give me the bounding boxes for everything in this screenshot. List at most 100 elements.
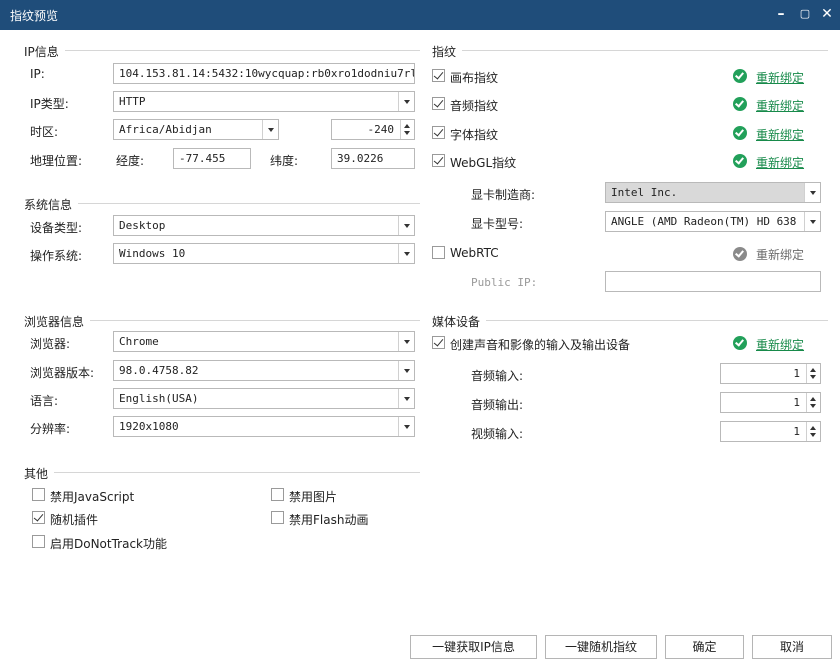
- disable-js-label: 禁用JavaScript: [50, 490, 135, 504]
- enable-dnt-checkbox[interactable]: [32, 535, 45, 548]
- chevron-down-icon[interactable]: [398, 417, 414, 436]
- minimize-icon[interactable]: –: [772, 5, 790, 23]
- os-label: 操作系统:: [30, 249, 83, 263]
- ip-label: IP:: [30, 67, 45, 81]
- check-circle-icon: [733, 336, 747, 350]
- ip-section-title: IP信息: [24, 43, 65, 60]
- ip-type-select[interactable]: HTTP: [113, 91, 415, 112]
- webgl-fp-label: WebGL指纹: [450, 156, 517, 170]
- gpu-model-label: 显卡型号:: [471, 217, 524, 231]
- spinner-icon[interactable]: [806, 393, 820, 412]
- spinner-icon[interactable]: [806, 422, 820, 441]
- create-devices-checkbox[interactable]: [432, 336, 445, 349]
- browser-value: Chrome: [119, 335, 159, 348]
- canvas-fp-checkbox[interactable]: [432, 69, 445, 82]
- public-ip-label: Public IP:: [471, 276, 538, 289]
- browser-label: 浏览器:: [30, 337, 71, 351]
- os-value: Windows 10: [119, 247, 186, 260]
- longitude-label: 经度:: [116, 154, 145, 168]
- get-ip-info-button[interactable]: 一键获取IP信息: [410, 635, 537, 659]
- canvas-rebind-link[interactable]: 重新绑定: [756, 69, 804, 86]
- audio-fp-label: 音频指纹: [450, 99, 499, 113]
- webrtc-checkbox[interactable]: [432, 246, 445, 259]
- timezone-value: Africa/Abidjan: [119, 123, 212, 136]
- fingerprint-section-title: 指纹: [432, 43, 463, 60]
- chevron-down-icon[interactable]: [398, 216, 414, 235]
- other-section-divider: [24, 472, 420, 473]
- gpu-vendor-value: Intel Inc.: [611, 186, 678, 199]
- gpu-model-value: ANGLE (AMD Radeon(TM) HD 638: [611, 215, 797, 228]
- chevron-down-icon[interactable]: [398, 389, 414, 408]
- audio-input-label: 音频输入:: [471, 369, 524, 383]
- ip-type-label: IP类型:: [30, 97, 69, 111]
- browser-version-value: 98.0.4758.82: [119, 364, 199, 377]
- cancel-button[interactable]: 取消: [752, 635, 832, 659]
- maximize-icon[interactable]: ▢: [796, 5, 814, 23]
- longitude-field[interactable]: -77.455: [173, 148, 251, 169]
- resolution-select[interactable]: 1920x1080: [113, 416, 415, 437]
- timezone-offset-stepper[interactable]: -240: [331, 119, 415, 140]
- audio-fp-checkbox[interactable]: [432, 97, 445, 110]
- browser-version-label: 浏览器版本:: [30, 366, 95, 380]
- audio-rebind-link[interactable]: 重新绑定: [756, 97, 804, 114]
- audio-output-value: 1: [793, 396, 800, 409]
- disable-images-checkbox[interactable]: [271, 488, 284, 501]
- webgl-fp-checkbox[interactable]: [432, 154, 445, 167]
- ip-field[interactable]: 104.153.81.14:5432:10wycquap:rb0xro1dodn…: [113, 63, 415, 84]
- webgl-rebind-link[interactable]: 重新绑定: [756, 154, 804, 171]
- confirm-button[interactable]: 确定: [665, 635, 744, 659]
- chevron-down-icon[interactable]: [398, 244, 414, 263]
- chevron-down-icon[interactable]: [804, 212, 820, 231]
- system-section-divider: [24, 203, 420, 204]
- font-fp-checkbox[interactable]: [432, 126, 445, 139]
- spinner-icon[interactable]: [400, 120, 414, 139]
- chevron-down-icon[interactable]: [398, 332, 414, 351]
- os-select[interactable]: Windows 10: [113, 243, 415, 264]
- webrtc-label: WebRTC: [450, 246, 499, 260]
- audio-input-value: 1: [793, 367, 800, 380]
- close-icon[interactable]: ✕: [818, 5, 836, 23]
- check-circle-icon: [733, 154, 747, 168]
- window-titlebar: 指纹预览 – ▢ ✕: [0, 0, 840, 30]
- random-plugins-checkbox[interactable]: [32, 511, 45, 524]
- disable-flash-label: 禁用Flash动画: [289, 513, 369, 527]
- chevron-down-icon[interactable]: [398, 361, 414, 380]
- gpu-vendor-label: 显卡制造商:: [471, 188, 536, 202]
- font-fp-label: 字体指纹: [450, 128, 499, 142]
- video-input-stepper[interactable]: 1: [720, 421, 821, 442]
- audio-output-stepper[interactable]: 1: [720, 392, 821, 413]
- disable-flash-checkbox[interactable]: [271, 511, 284, 524]
- media-rebind-link[interactable]: 重新绑定: [756, 336, 804, 353]
- random-fingerprint-button[interactable]: 一键随机指纹: [545, 635, 657, 659]
- language-value: English(USA): [119, 392, 199, 405]
- window-title: 指纹预览: [10, 9, 59, 23]
- chevron-down-icon[interactable]: [262, 120, 278, 139]
- latitude-label: 纬度:: [270, 154, 299, 168]
- disable-js-checkbox[interactable]: [32, 488, 45, 501]
- video-input-value: 1: [793, 425, 800, 438]
- gpu-model-select[interactable]: ANGLE (AMD Radeon(TM) HD 638: [605, 211, 821, 232]
- gpu-vendor-select[interactable]: Intel Inc.: [605, 182, 821, 203]
- timezone-select[interactable]: Africa/Abidjan: [113, 119, 279, 140]
- spinner-icon[interactable]: [806, 364, 820, 383]
- ip-section-divider: [24, 50, 420, 51]
- browser-select[interactable]: Chrome: [113, 331, 415, 352]
- random-plugins-label: 随机插件: [50, 513, 99, 527]
- latitude-field[interactable]: 39.0226: [331, 148, 415, 169]
- chevron-down-icon[interactable]: [804, 183, 820, 202]
- device-type-select[interactable]: Desktop: [113, 215, 415, 236]
- timezone-offset-value: -240: [367, 123, 395, 136]
- webrtc-rebind-link[interactable]: 重新绑定: [756, 246, 804, 263]
- fingerprint-section-divider: [432, 50, 828, 51]
- canvas-fp-label: 画布指纹: [450, 71, 499, 85]
- browser-version-select[interactable]: 98.0.4758.82: [113, 360, 415, 381]
- enable-dnt-label: 启用DoNotTrack功能: [50, 537, 168, 551]
- video-input-label: 视频输入:: [471, 427, 524, 441]
- language-select[interactable]: English(USA): [113, 388, 415, 409]
- public-ip-field[interactable]: [605, 271, 821, 292]
- chevron-down-icon[interactable]: [398, 92, 414, 111]
- audio-input-stepper[interactable]: 1: [720, 363, 821, 384]
- disable-images-label: 禁用图片: [289, 490, 338, 504]
- font-rebind-link[interactable]: 重新绑定: [756, 126, 804, 143]
- other-section-title: 其他: [24, 465, 55, 482]
